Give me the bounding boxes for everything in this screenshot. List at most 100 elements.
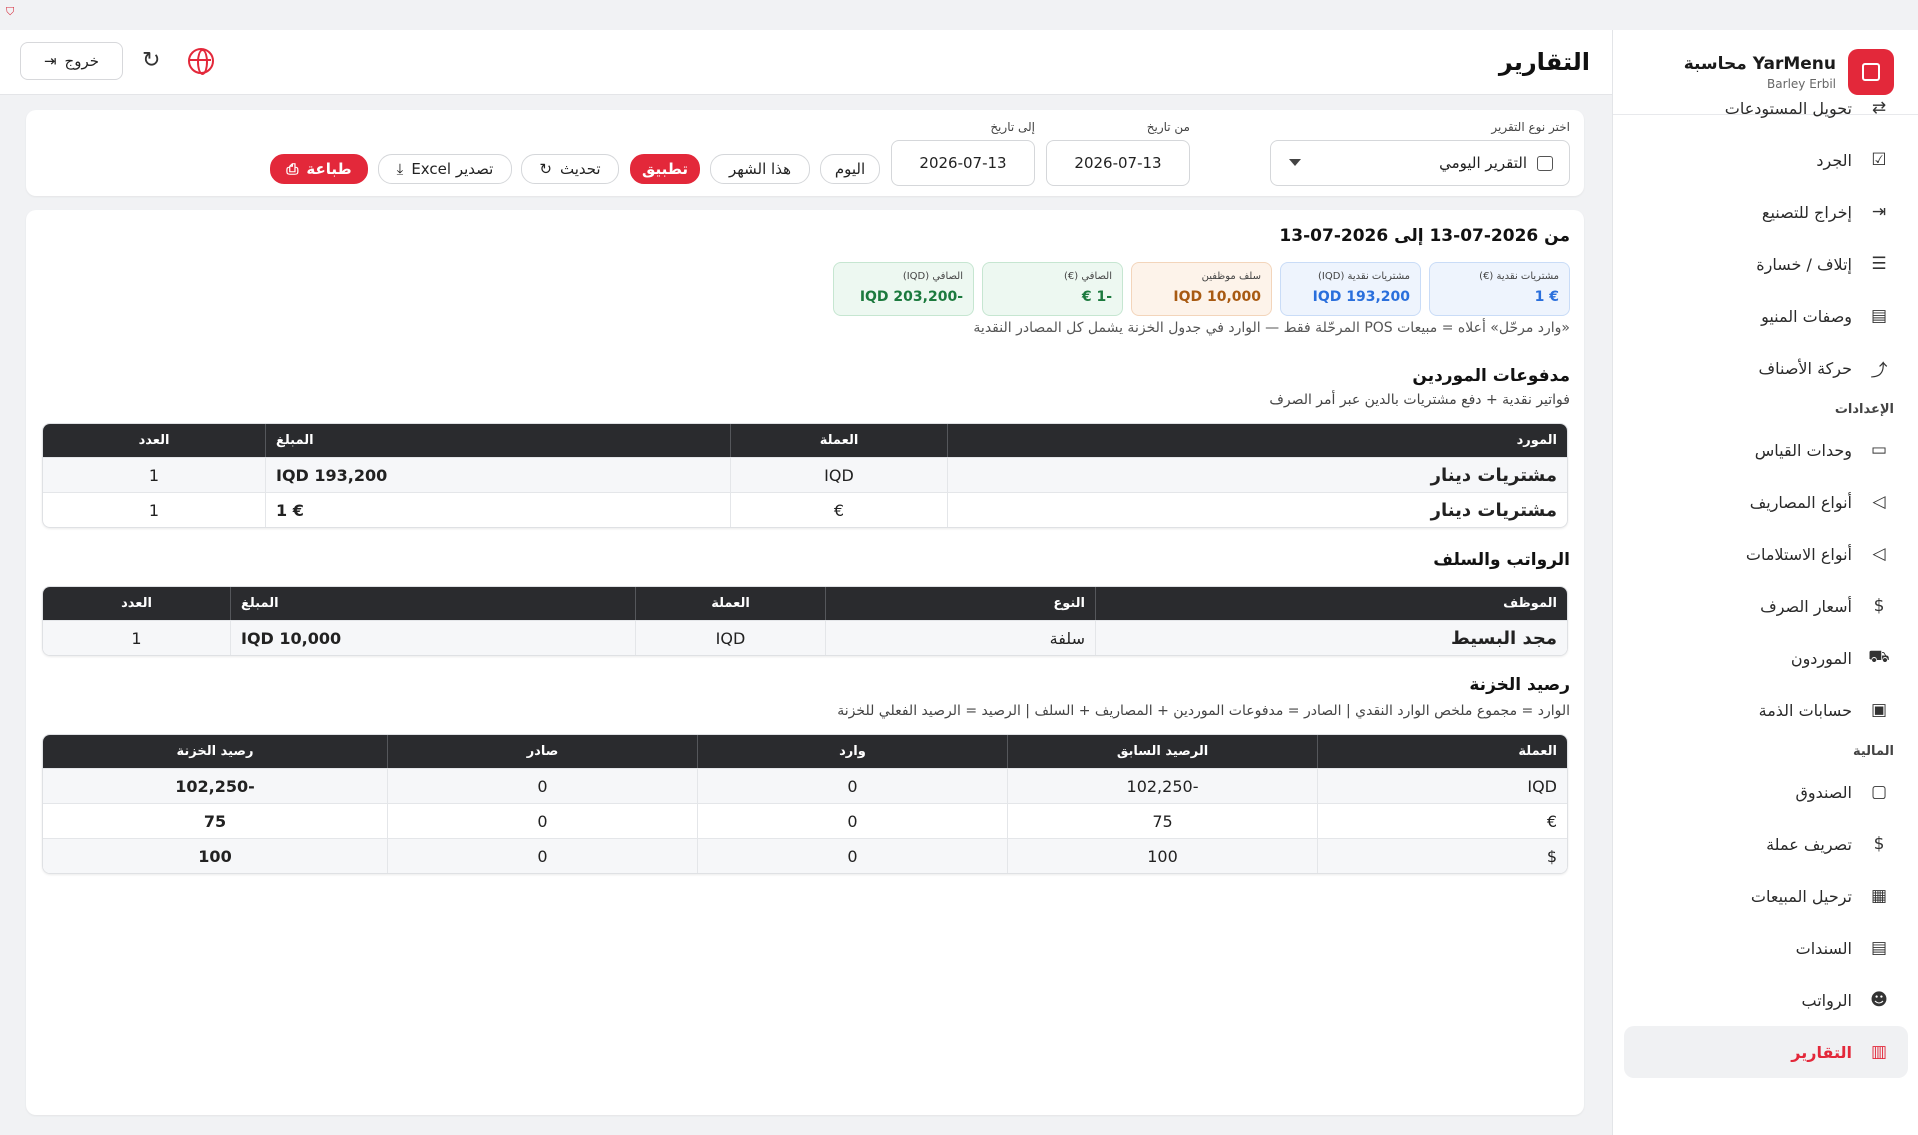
recipe-icon: ▤ <box>1870 306 1888 326</box>
salaries-section-title: الرواتب والسلف <box>1433 550 1570 570</box>
sidebar-item-receipt-types[interactable]: ◁ أنواع الاستلامات <box>1613 528 1918 580</box>
sidebar-item-label: السندات <box>1795 938 1852 958</box>
supplier-cell: مشتريات دينار <box>947 457 1567 492</box>
report-date-range: من 2026-07-13 إلى 2026-07-13 <box>1279 226 1570 246</box>
column-header: الرصيد السابق <box>1007 735 1317 768</box>
tag-icon: ◁ <box>1872 544 1886 564</box>
sidebar-item-units[interactable]: ▭ وحدات القياس <box>1613 424 1918 476</box>
apply-label: تطبيق <box>642 160 689 178</box>
receipt-icon: ▤ <box>1870 938 1888 958</box>
salaries-table: الموظف النوع العملة المبلغ العدد مجد الب… <box>42 586 1568 656</box>
sidebar-item-label: تحويل المستودعات <box>1724 98 1852 118</box>
sidebar-item-menu-recipes[interactable]: ▤ وصفات المنيو <box>1613 290 1918 342</box>
report-type-select[interactable]: التقرير اليومي <box>1270 140 1570 186</box>
sidebar-item-currency-exchange[interactable]: $ تصريف عملة <box>1613 818 1918 870</box>
count-cell: 1 <box>43 492 265 527</box>
sidebar-item-expense-types[interactable]: ◁ أنواع المصاريف <box>1613 476 1918 528</box>
sidebar-item-label: وصفات المنيو <box>1761 306 1852 326</box>
from-date-input[interactable]: 2026-07-13 <box>1046 140 1190 186</box>
truck-icon: ⛟ <box>1868 647 1890 667</box>
tag-icon: ◁ <box>1872 492 1886 512</box>
sidebar-item-waste[interactable]: ☰ إتلاف / خسارة <box>1613 238 1918 290</box>
treasury-balance-cell: -102,250 <box>43 768 387 803</box>
count-cell: 1 <box>43 620 230 655</box>
sidebar-item-suppliers[interactable]: ⛟ الموردون <box>1613 632 1918 684</box>
today-button[interactable]: اليوم <box>820 154 880 184</box>
employee-cell: مجد البسيط <box>1095 620 1567 655</box>
sidebar-item-inventory[interactable]: ☑ الجرد <box>1613 134 1918 186</box>
column-header: المبلغ <box>265 424 730 457</box>
kpi-label: مشتريات نقدية (IQD) <box>1318 271 1410 282</box>
apply-button[interactable]: تطبيق <box>630 154 700 184</box>
brand-title: YarMenu محاسبة <box>1683 53 1836 74</box>
sidebar-item-reports[interactable]: ▥ التقارير <box>1624 1026 1908 1078</box>
sidebar-item-label: إتلاف / خسارة <box>1756 254 1852 274</box>
today-label: اليوم <box>834 160 866 178</box>
download-icon: ⤓ <box>396 160 404 178</box>
trend-icon: ⤴ <box>1870 360 1888 381</box>
print-button[interactable]: طباعة ⎙ <box>270 154 368 184</box>
treasury-section-subtitle: الوارد = مجموع ملخص الوارد النقدي | الصا… <box>837 703 1570 719</box>
kpi-value: -IQD 203,200 <box>859 289 963 305</box>
incoming-cell: 0 <box>697 838 1007 873</box>
amount-cell: IQD 10,000 <box>230 620 635 655</box>
sidebar-item-cashbox[interactable]: ▢ الصندوق <box>1613 766 1918 818</box>
top-bar: التقارير خروج ⇥ ↻ <box>0 30 1612 95</box>
column-header: العملة <box>1317 735 1567 768</box>
sidebar-item-label: الصندوق <box>1795 782 1852 802</box>
transfer-icon: ⇄ <box>1871 98 1887 118</box>
waste-icon: ☰ <box>1871 254 1887 274</box>
outgoing-cell: 0 <box>387 803 697 838</box>
kpi-label: مشتريات نقدية (€) <box>1479 271 1559 282</box>
treasury-section-title: رصيد الخزنة <box>1469 675 1570 695</box>
kpi-note: «وارد مرحّل» أعلاه = مبيعات POS المرحّلة… <box>973 320 1570 336</box>
kpi-card: سلف موظفين IQD 10,000 <box>1131 262 1272 316</box>
globe-icon[interactable] <box>188 48 214 75</box>
currency-cell: IQD <box>1317 768 1567 803</box>
exit-icon: ⇥ <box>1871 202 1887 222</box>
sidebar-item-manufacturing-out[interactable]: ⇥ إخراج للتصنيع <box>1613 186 1918 238</box>
sidebar-item-label: أنواع المصاريف <box>1749 492 1852 512</box>
this-month-button[interactable]: هذا الشهر <box>710 154 810 184</box>
sidebar-item-label: الجرد <box>1816 150 1852 170</box>
page-title: التقارير <box>1498 48 1590 76</box>
report-type-value: التقرير اليومي <box>1439 154 1527 172</box>
refresh-icon: ↻ <box>539 160 552 178</box>
kpi-card: الصافي (IQD) -IQD 203,200 <box>833 262 974 316</box>
app-shield-icon: ⛉ <box>6 5 15 18</box>
logout-button[interactable]: خروج ⇥ <box>20 42 123 80</box>
sidebar-item-item-movement[interactable]: ⤴ حركة الأصناف <box>1613 342 1918 394</box>
column-header: الموظف <box>1095 587 1567 620</box>
logout-label: خروج <box>64 52 100 70</box>
exchange-icon: $ <box>1873 834 1885 854</box>
wallet-icon: ▢ <box>1870 782 1888 802</box>
suppliers-table: المورد العملة المبلغ العدد مشتريات دينار… <box>42 423 1568 528</box>
from-date-label: من تاريخ <box>1146 120 1190 134</box>
sidebar-item-label: التقارير <box>1791 1042 1852 1062</box>
ruler-icon: ▭ <box>1870 440 1888 460</box>
incoming-cell: 0 <box>697 803 1007 838</box>
sidebar-item-sales-posting[interactable]: ▦ ترحيل المبيعات <box>1613 870 1918 922</box>
sidebar-item-vouchers[interactable]: ▤ السندات <box>1613 922 1918 974</box>
sidebar: YarMenu محاسبة Barley Erbil ⇄ تحويل المست… <box>1612 30 1918 1135</box>
sidebar-item-receivable-accounts[interactable]: ▣ حسابات الذمة <box>1613 684 1918 736</box>
export-excel-button[interactable]: تصدير Excel ⤓ <box>378 154 512 184</box>
column-header: العدد <box>43 424 265 457</box>
table-row: € 75 0 0 75 <box>43 803 1567 838</box>
column-header: المبلغ <box>230 587 635 620</box>
sidebar-item-warehouse-transfer[interactable]: ⇄ تحويل المستودعات <box>1613 82 1918 134</box>
column-header: النوع <box>825 587 1095 620</box>
kpi-card: مشتريات نقدية (€) € 1 <box>1429 262 1570 316</box>
to-date-input[interactable]: 2026-07-13 <box>891 140 1035 186</box>
sidebar-item-salaries[interactable]: ☻ الرواتب <box>1613 974 1918 1026</box>
sidebar-item-label: تصريف عملة <box>1766 834 1852 854</box>
sidebar-item-exchange-rates[interactable]: $ أسعار الصرف <box>1613 580 1918 632</box>
update-button[interactable]: تحديث ↻ <box>521 154 619 184</box>
sidebar-section-finance: المالية <box>1852 743 1894 759</box>
treasury-balance-cell: 75 <box>43 803 387 838</box>
count-cell: 1 <box>43 457 265 492</box>
kpi-value: IQD 193,200 <box>1312 289 1410 305</box>
currency-cell: $ <box>1317 838 1567 873</box>
refresh-icon[interactable]: ↻ <box>142 48 160 73</box>
table-row: مشتريات دينار € € 1 1 <box>43 492 1567 527</box>
